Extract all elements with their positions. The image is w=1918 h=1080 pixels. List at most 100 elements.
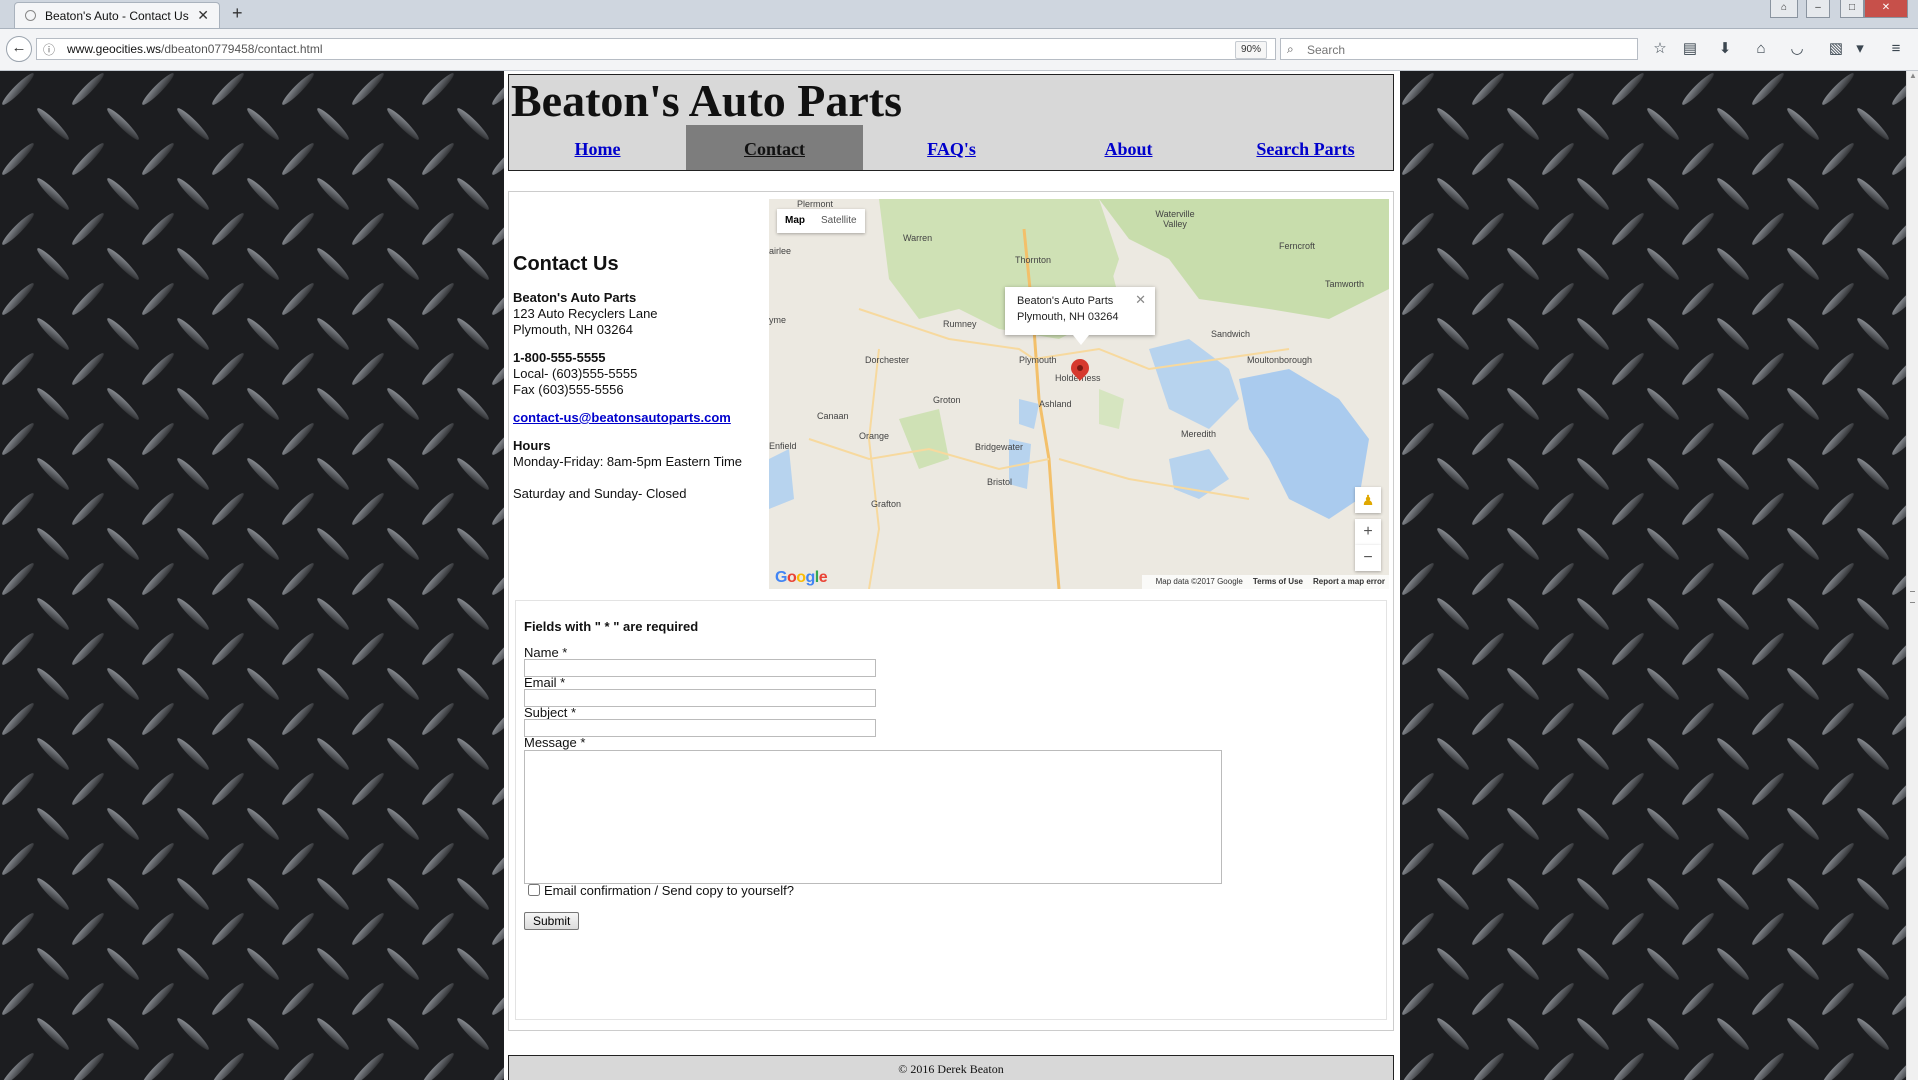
address-line1: 123 Auto Recyclers Lane	[513, 306, 658, 321]
street-view-icon[interactable]: ♟	[1355, 487, 1381, 513]
dropdown-icon[interactable]: ▾	[1850, 39, 1870, 59]
close-tab-icon[interactable]: ✕	[197, 7, 209, 24]
place-label: Plymouth	[1019, 355, 1057, 365]
place-label: Meredith	[1181, 429, 1217, 439]
back-icon[interactable]: ←	[6, 36, 32, 62]
globe-icon	[25, 10, 36, 21]
place-label: Ferncroft	[1279, 241, 1316, 251]
map-type-satellite[interactable]: Satellite	[813, 209, 865, 233]
map-terrain	[769, 199, 1389, 589]
google-map[interactable]: Plermont Warren Thornton Waterville Vall…	[769, 199, 1389, 589]
place-label: Dorchester	[865, 355, 910, 365]
zoom-out-icon[interactable]: −	[1355, 545, 1381, 571]
contact-form: Fields with " * " are required Name * Em…	[515, 600, 1387, 1020]
pdf-icon[interactable]: ▧	[1826, 39, 1846, 59]
nav-faqs[interactable]: FAQ's	[863, 125, 1040, 170]
downloads-icon[interactable]: ⬇	[1715, 39, 1735, 59]
place-label: Warren	[903, 233, 933, 243]
pocket-icon[interactable]: ◡	[1787, 39, 1807, 59]
info-title: Beaton's Auto Parts	[1017, 295, 1114, 307]
address-block: Beaton's Auto Parts 123 Auto Recyclers L…	[513, 290, 753, 338]
place-label: Moultonborough	[1247, 355, 1313, 365]
close-window-icon[interactable]: ✕	[1864, 0, 1908, 18]
page-scrollbar[interactable]: ▲	[1906, 71, 1918, 1080]
send-copy-label: Email confirmation / Send copy to yourse…	[544, 883, 795, 898]
business-name: Beaton's Auto Parts	[513, 290, 637, 305]
report-error-link[interactable]: Report a map error	[1313, 577, 1385, 586]
email-label: Email *	[524, 675, 566, 690]
place-label: Bridgewater	[975, 442, 1024, 452]
scroll-up-icon[interactable]: ▲	[1909, 71, 1917, 80]
email-block: contact-us@beatonsautoparts.com	[513, 410, 753, 426]
site-footer: © 2016 Derek Beaton	[508, 1055, 1394, 1080]
search-icon: ⌕	[1287, 42, 1294, 56]
site-info-icon[interactable]: ⓘ	[43, 41, 55, 58]
main-nav: Home Contact FAQ's About Search Parts	[509, 125, 1393, 170]
weekday-hours: Monday-Friday: 8am-5pm Eastern Time	[513, 454, 743, 469]
email-link[interactable]: contact-us@beatonsautoparts.com	[513, 410, 731, 425]
url-host: www.geocities.ws	[67, 42, 162, 56]
terms-link[interactable]: Terms of Use	[1253, 577, 1303, 586]
nav-contact[interactable]: Contact	[686, 125, 863, 170]
place-label: Waterville Valley	[1155, 209, 1195, 229]
toll-free-phone: 1-800-555-5555	[513, 350, 606, 365]
place-label: Tamworth	[1325, 279, 1365, 289]
site-title: Beaton's Auto Parts	[511, 75, 902, 126]
zoom-indicator[interactable]: 90%	[1235, 41, 1268, 59]
browser-tab[interactable]: Beaton's Auto - Contact Us ✕	[14, 2, 220, 28]
name-field[interactable]	[524, 659, 876, 677]
site-container: Beaton's Auto Parts Home Contact FAQ's A…	[504, 71, 1400, 1080]
local-phone: Local- (603)555-5555	[513, 366, 638, 381]
new-tab-icon[interactable]: +	[232, 3, 243, 24]
place-label: Ashland	[1039, 399, 1072, 409]
close-icon[interactable]: ✕	[1135, 292, 1146, 308]
nav-about[interactable]: About	[1040, 125, 1217, 170]
zoom-in-icon[interactable]: +	[1355, 519, 1381, 545]
submit-button[interactable]: Submit	[524, 912, 580, 930]
message-field[interactable]	[524, 750, 1222, 884]
place-label: airlee	[769, 246, 792, 256]
tab-title: Beaton's Auto - Contact Us	[45, 9, 189, 23]
google-logo[interactable]: Google	[775, 569, 828, 587]
required-note: Fields with " * " are required	[524, 619, 699, 634]
nav-search-parts[interactable]: Search Parts	[1217, 125, 1394, 170]
search-bar[interactable]: ⌕	[1280, 38, 1638, 60]
place-label: Sandwich	[1211, 329, 1251, 339]
address-bar[interactable]: ⓘ www.geocities.ws/dbeaton0779458/contac…	[36, 38, 1297, 60]
name-label: Name *	[524, 645, 568, 660]
url-text[interactable]: www.geocities.ws/dbeaton0779458/contact.…	[67, 42, 323, 56]
reading-list-icon[interactable]: ▤	[1680, 39, 1700, 59]
address-line2: Plymouth, NH 03264	[513, 322, 633, 337]
weekend-hours: Saturday and Sunday- Closed	[513, 486, 687, 501]
map-type-map[interactable]: Map	[777, 209, 813, 233]
content-area: Contact Us Beaton's Auto Parts 123 Auto …	[508, 191, 1394, 1031]
bookmark-star-icon[interactable]: ☆	[1650, 39, 1670, 59]
search-input[interactable]	[1305, 41, 1629, 59]
map-attribution: Map data ©2017 Google Terms of Use Report …	[1141, 575, 1389, 589]
map-info-window: Beaton's Auto Parts Plymouth, NH 03264 ✕	[1005, 287, 1155, 345]
map-type-control: Map Satellite	[777, 209, 865, 233]
nav-home[interactable]: Home	[509, 125, 686, 170]
scroll-thumb[interactable]	[1910, 591, 1915, 603]
home-icon[interactable]: ⌂	[1751, 39, 1771, 59]
contact-info: Contact Us Beaton's Auto Parts 123 Auto …	[513, 252, 753, 514]
email-field[interactable]	[524, 689, 876, 707]
copyright-text: © 2016 Derek Beaton	[898, 1062, 1004, 1076]
contact-heading: Contact Us	[513, 253, 619, 275]
place-label: Thornton	[1015, 255, 1052, 265]
url-path: /dbeaton0779458/contact.html	[161, 42, 323, 56]
map-data-credit: Map data ©2017 Google	[1155, 577, 1243, 586]
fax-number: Fax (603)555-5556	[513, 382, 624, 397]
menu-icon[interactable]: ≡	[1886, 39, 1906, 59]
subject-label: Subject *	[524, 705, 577, 720]
place-label: Rumney	[943, 319, 977, 329]
maximize-icon[interactable]: □	[1840, 0, 1864, 18]
site-header: Beaton's Auto Parts Home Contact FAQ's A…	[508, 74, 1394, 171]
place-label: Groton	[933, 395, 961, 405]
phone-block: 1-800-555-5555 Local- (603)555-5555 Fax …	[513, 350, 753, 398]
minimize-icon[interactable]: –	[1806, 0, 1830, 18]
tab-list-icon[interactable]: ⌂	[1770, 0, 1798, 18]
info-address: Plymouth, NH 03264	[1017, 311, 1119, 323]
place-label: Orange	[859, 431, 890, 441]
send-copy-checkbox[interactable]	[528, 884, 540, 896]
